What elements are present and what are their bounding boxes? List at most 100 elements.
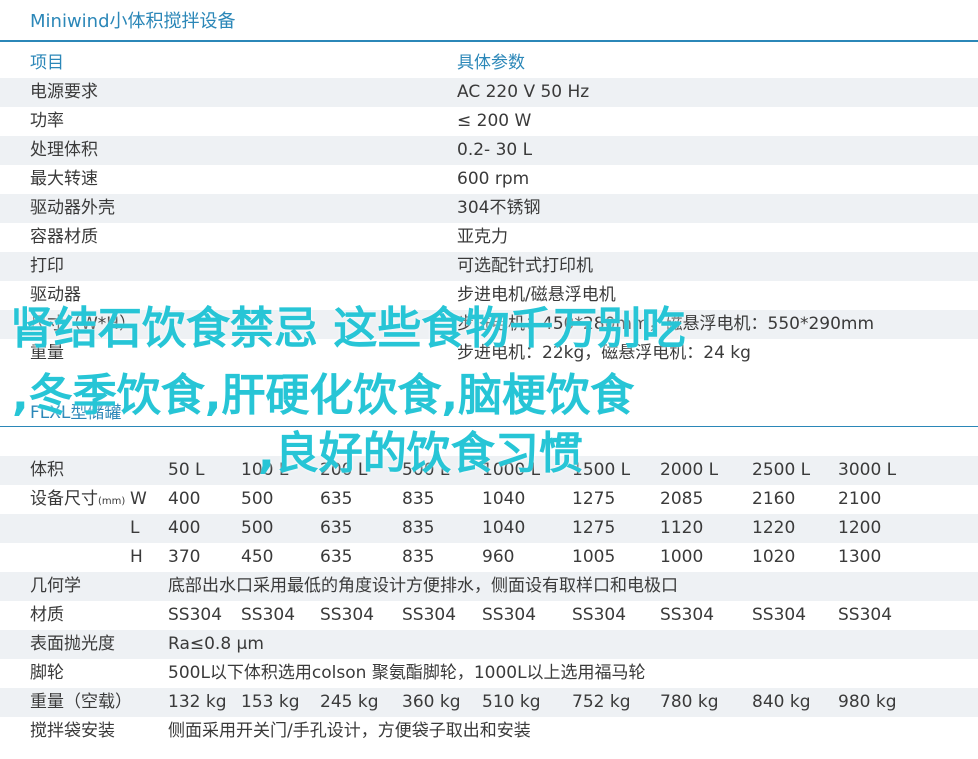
overlay-headline-link[interactable]: ,良好的饮食习惯 bbox=[258, 417, 978, 481]
row-label: 打印 bbox=[30, 256, 64, 276]
row-value: 亚克力 bbox=[457, 227, 508, 247]
size-cell: 835 bbox=[402, 518, 435, 538]
size-cell: 635 bbox=[320, 518, 353, 538]
row-value: AC 220 V 50 Hz bbox=[457, 82, 590, 102]
size-cell: 500 bbox=[241, 518, 274, 538]
size-cell: 1120 bbox=[660, 518, 704, 538]
row-label: 处理体积 bbox=[30, 140, 98, 160]
weight-label: 重量（空载） bbox=[30, 692, 132, 712]
bag-value: 侧面采用开关门/手孔设计，方便袋子取出和安装 bbox=[168, 721, 531, 741]
size-unit: (mm) bbox=[98, 496, 126, 507]
row-value: ≤ 200 W bbox=[457, 111, 532, 131]
size-cell: 1200 bbox=[838, 518, 882, 538]
size-cell: 400 bbox=[168, 518, 201, 538]
row-label: 容器材质 bbox=[30, 227, 98, 247]
size-cell: 370 bbox=[168, 547, 201, 567]
material-cell: SS304 bbox=[838, 605, 893, 625]
weight-row: 重量（空载） 132 kg 153 kg 245 kg 360 kg 510 k… bbox=[0, 688, 978, 717]
table-row: 最大转速 600 rpm bbox=[0, 165, 978, 194]
weight-cell: 153 kg bbox=[241, 692, 300, 712]
caster-label: 脚轮 bbox=[30, 663, 64, 683]
size-cell: 1275 bbox=[572, 489, 616, 509]
size-cell: 2085 bbox=[660, 489, 704, 509]
size-cell: 1020 bbox=[752, 547, 796, 567]
size-l-row: L 400 500 635 835 1040 1275 1120 1220 12… bbox=[0, 514, 978, 543]
material-cell: SS304 bbox=[320, 605, 375, 625]
material-cell: SS304 bbox=[402, 605, 457, 625]
row-label: 最大转速 bbox=[30, 169, 98, 189]
polish-row: 表面抛光度 Ra≤0.8 μm bbox=[0, 630, 978, 659]
geometry-label: 几何学 bbox=[30, 576, 81, 596]
size-cell: 835 bbox=[402, 547, 435, 567]
bag-label: 搅拌袋安装 bbox=[30, 721, 115, 741]
row-value: 600 rpm bbox=[457, 169, 530, 189]
spec-table-header: 项目 具体参数 bbox=[0, 49, 978, 78]
size-cell: 2160 bbox=[752, 489, 796, 509]
tank-table: 体积 50 L 100 L 200 L 500 L 1000 L 1500 L … bbox=[0, 456, 978, 746]
table-row: 容器材质 亚克力 bbox=[0, 223, 978, 252]
material-cell: SS304 bbox=[241, 605, 296, 625]
size-cell: 635 bbox=[320, 547, 353, 567]
size-cell: 2100 bbox=[838, 489, 882, 509]
size-cell: 960 bbox=[482, 547, 515, 567]
title-divider bbox=[0, 40, 978, 42]
size-cell: 500 bbox=[241, 489, 274, 509]
size-cell: 1300 bbox=[838, 547, 882, 567]
size-cell: 400 bbox=[168, 489, 201, 509]
bag-row: 搅拌袋安装 侧面采用开关门/手孔设计，方便袋子取出和安装 bbox=[0, 717, 978, 746]
size-cell: 635 bbox=[320, 489, 353, 509]
weight-cell: 360 kg bbox=[402, 692, 461, 712]
axis-l-label: L bbox=[130, 518, 140, 538]
volume-cell: 50 L bbox=[168, 460, 205, 480]
table-row: 处理体积 0.2- 30 L bbox=[0, 136, 978, 165]
overlay-headline-link[interactable]: 肾结石饮食禁忌 这些食物千万别吃 bbox=[10, 292, 970, 356]
row-label: 驱动器外壳 bbox=[30, 198, 115, 218]
size-cell: 835 bbox=[402, 489, 435, 509]
material-cell: SS304 bbox=[572, 605, 627, 625]
weight-cell: 245 kg bbox=[320, 692, 379, 712]
material-row: 材质 SS304 SS304 SS304 SS304 SS304 SS304 S… bbox=[0, 601, 978, 630]
axis-w-label: W bbox=[130, 489, 147, 509]
material-cell: SS304 bbox=[660, 605, 715, 625]
size-cell: 1040 bbox=[482, 489, 526, 509]
geometry-value: 底部出水口采用最低的角度设计方便排水，侧面设有取样口和电极口 bbox=[168, 576, 678, 596]
material-cell: SS304 bbox=[482, 605, 537, 625]
size-label: 设备尺寸(mm) bbox=[30, 485, 125, 516]
row-value: 304不锈钢 bbox=[457, 198, 541, 218]
overlay-headline-link[interactable]: ,冬季饮食,肝硬化饮食,脑梗饮食 bbox=[12, 359, 972, 423]
size-label-text: 设备尺寸 bbox=[30, 489, 98, 509]
page-title: Miniwind小体积搅拌设备 bbox=[30, 11, 236, 32]
size-cell: 1005 bbox=[572, 547, 616, 567]
caster-row: 脚轮 500L以下体积选用colson 聚氨酯脚轮，1000L以上选用福马轮 bbox=[0, 659, 978, 688]
row-label: 电源要求 bbox=[30, 82, 98, 102]
weight-cell: 752 kg bbox=[572, 692, 631, 712]
geometry-row: 几何学 底部出水口采用最低的角度设计方便排水，侧面设有取样口和电极口 bbox=[0, 572, 978, 601]
axis-h-label: H bbox=[130, 547, 143, 567]
size-h-row: H 370 450 635 835 960 1005 1000 1020 130… bbox=[0, 543, 978, 572]
table-row: 电源要求 AC 220 V 50 Hz bbox=[0, 78, 978, 107]
weight-cell: 510 kg bbox=[482, 692, 541, 712]
size-cell: 450 bbox=[241, 547, 274, 567]
material-cell: SS304 bbox=[752, 605, 807, 625]
size-cell: 1040 bbox=[482, 518, 526, 538]
caster-value: 500L以下体积选用colson 聚氨酯脚轮，1000L以上选用福马轮 bbox=[168, 663, 646, 683]
size-cell: 1220 bbox=[752, 518, 796, 538]
table-row: 驱动器外壳 304不锈钢 bbox=[0, 194, 978, 223]
row-value: 0.2- 30 L bbox=[457, 140, 533, 160]
volume-label: 体积 bbox=[30, 460, 64, 480]
weight-cell: 780 kg bbox=[660, 692, 719, 712]
size-w-row: 设备尺寸(mm) W 400 500 635 835 1040 1275 208… bbox=[0, 485, 978, 514]
row-label: 功率 bbox=[30, 111, 64, 131]
polish-label: 表面抛光度 bbox=[30, 634, 115, 654]
material-cell: SS304 bbox=[168, 605, 223, 625]
weight-cell: 980 kg bbox=[838, 692, 897, 712]
material-label: 材质 bbox=[30, 605, 64, 625]
row-value: 可选配针式打印机 bbox=[457, 256, 593, 276]
weight-cell: 132 kg bbox=[168, 692, 227, 712]
header-params: 具体参数 bbox=[457, 53, 525, 73]
size-cell: 1000 bbox=[660, 547, 704, 567]
polish-value: Ra≤0.8 μm bbox=[168, 634, 264, 654]
size-cell: 1275 bbox=[572, 518, 616, 538]
header-item: 项目 bbox=[30, 53, 64, 73]
table-row: 打印 可选配针式打印机 bbox=[0, 252, 978, 281]
